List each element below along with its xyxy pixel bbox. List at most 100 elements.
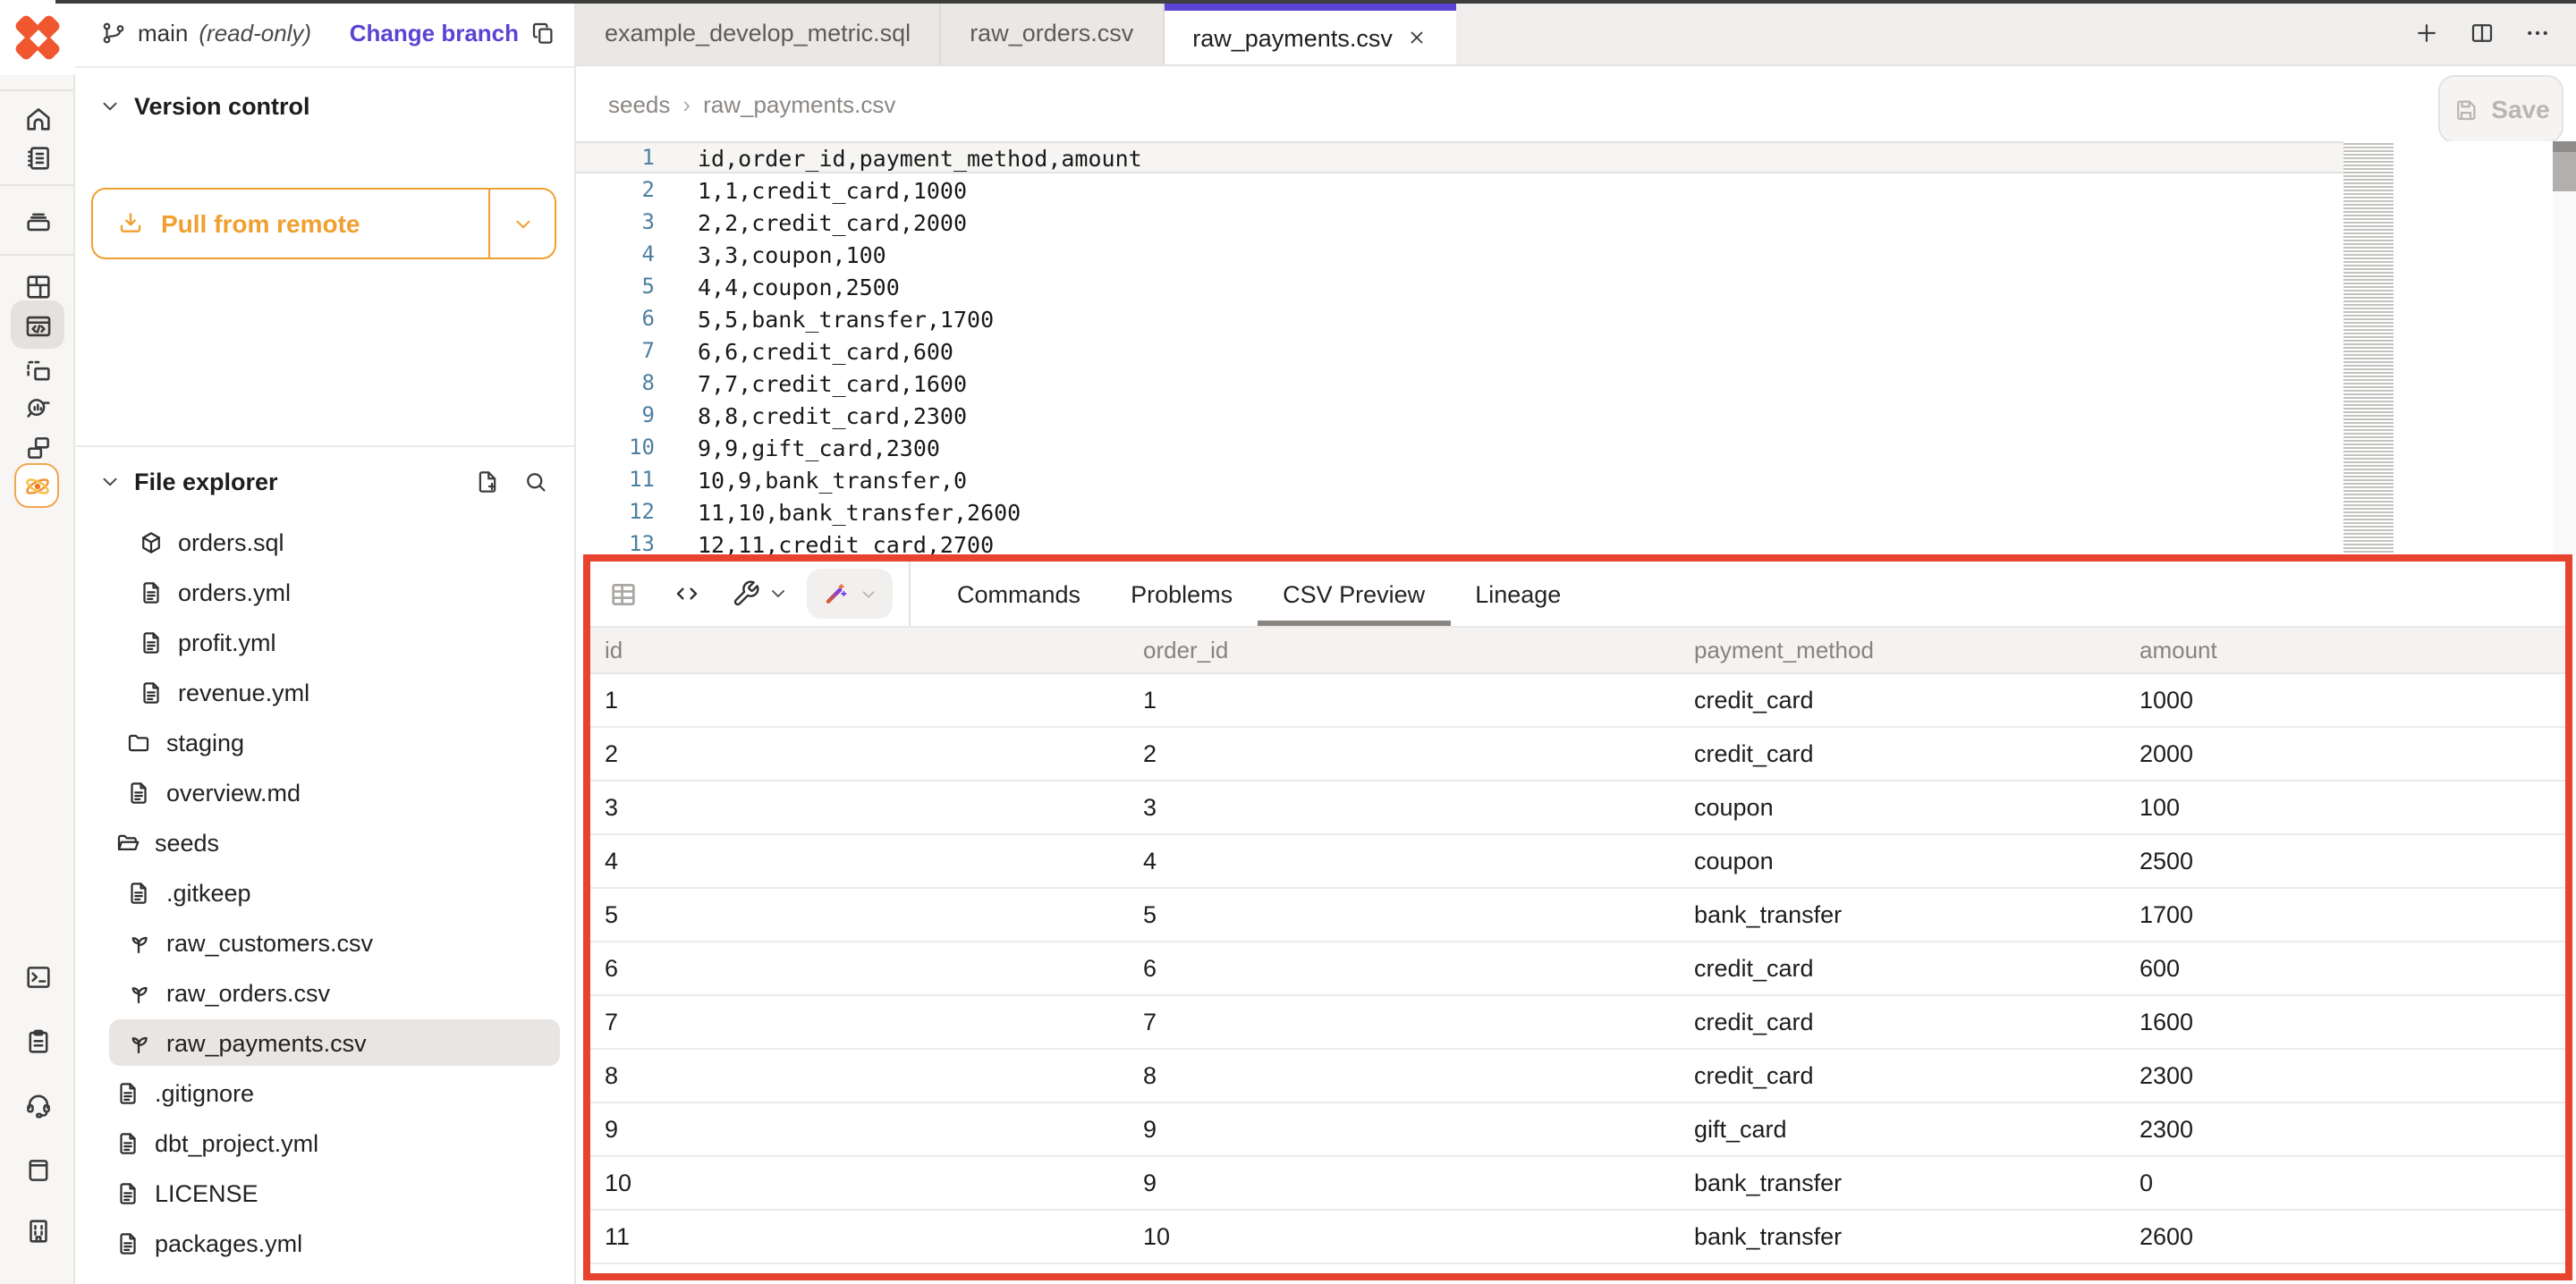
file-item-dbt-project-yml[interactable]: dbt_project.yml <box>75 1118 574 1168</box>
editor-line-9[interactable]: 98,8,credit_card,2300 <box>576 399 2343 431</box>
panel-tab-csv-preview[interactable]: CSV Preview <box>1258 562 1450 626</box>
file-item-raw-orders-csv[interactable]: raw_orders.csv <box>75 967 574 1018</box>
activity-item-jobs-tray[interactable] <box>0 199 75 241</box>
panel-tab-problems[interactable]: Problems <box>1106 562 1258 626</box>
table-cell: 11 <box>605 1223 1143 1250</box>
activity-item-documentation[interactable] <box>0 1148 75 1191</box>
panel-tab-commands[interactable]: Commands <box>932 562 1106 626</box>
search-icon[interactable] <box>522 469 549 495</box>
activity-item-apps[interactable] <box>0 426 75 469</box>
file-item-orders-sql[interactable]: orders.sql <box>75 517 574 567</box>
activity-item-canvas[interactable] <box>0 349 75 392</box>
file-item-license[interactable]: LICENSE <box>75 1168 574 1218</box>
tab-raw-orders-csv[interactable]: raw_orders.csv <box>941 0 1164 64</box>
file-item-raw-payments-csv[interactable]: raw_payments.csv <box>75 1018 574 1068</box>
file-item-revenue-yml[interactable]: revenue.yml <box>75 667 574 717</box>
editor-line-11[interactable]: 1110,9,bank_transfer,0 <box>576 463 2343 495</box>
table-row-11[interactable]: 1110bank_transfer2600 <box>590 1211 2565 1264</box>
file-explorer-header[interactable]: File explorer <box>75 447 574 503</box>
table-row-5[interactable]: 55bank_transfer1700 <box>590 889 2565 942</box>
dbt-logo[interactable] <box>0 0 75 75</box>
split-editor-icon[interactable] <box>2469 19 2496 46</box>
file-doc-icon <box>137 579 164 605</box>
line-number: 11 <box>576 467 655 492</box>
editor-tab-bar: example_develop_metric.sqlraw_orders.csv… <box>576 0 2576 66</box>
table-cell: 2300 <box>2140 1116 2565 1143</box>
table-view-icon[interactable] <box>608 579 639 609</box>
folder-open-icon <box>114 829 140 856</box>
table-cell: credit_card <box>1694 1009 2140 1035</box>
pull-options-dropdown[interactable] <box>490 190 555 258</box>
table-row-2[interactable]: 22credit_card2000 <box>590 728 2565 781</box>
chevron-down-icon[interactable] <box>767 583 789 604</box>
ai-assist-button[interactable] <box>807 569 893 619</box>
activity-item-support[interactable] <box>0 1082 75 1125</box>
activity-item-notebooks[interactable] <box>0 136 75 179</box>
table-row-6[interactable]: 66credit_card600 <box>590 942 2565 996</box>
table-row-1[interactable]: 11credit_card1000 <box>590 674 2565 728</box>
file-label: revenue.yml <box>178 679 309 705</box>
table-row-8[interactable]: 88credit_card2300 <box>590 1050 2565 1103</box>
line-text: 11,10,bank_transfer,2600 <box>698 498 1021 525</box>
editor-scrollbar[interactable] <box>2553 141 2576 556</box>
table-row-7[interactable]: 77credit_card1600 <box>590 996 2565 1050</box>
file-item-profit-yml[interactable]: profit.yml <box>75 617 574 667</box>
build-tools-icon[interactable] <box>732 579 760 608</box>
close-icon[interactable] <box>1407 27 1428 48</box>
editor-line-4[interactable]: 43,3,coupon,100 <box>576 238 2343 270</box>
tab-example-develop-metric-sql[interactable]: example_develop_metric.sql <box>576 0 941 64</box>
editor-line-6[interactable]: 65,5,bank_transfer,1700 <box>576 302 2343 334</box>
file-item--gitkeep[interactable]: .gitkeep <box>75 867 574 917</box>
file-item-seeds[interactable]: seeds <box>75 817 574 867</box>
editor-line-12[interactable]: 1211,10,bank_transfer,2600 <box>576 495 2343 528</box>
plus-icon[interactable] <box>2413 19 2440 46</box>
editor-line-1[interactable]: 1id,order_id,payment_method,amount <box>576 141 2343 173</box>
editor-line-3[interactable]: 32,2,credit_card,2000 <box>576 206 2343 238</box>
table-row-9[interactable]: 99gift_card2300 <box>590 1103 2565 1157</box>
editor-line-8[interactable]: 87,7,credit_card,1600 <box>576 367 2343 399</box>
table-row-10[interactable]: 109bank_transfer0 <box>590 1157 2565 1211</box>
line-number: 10 <box>576 435 655 460</box>
copy-icon[interactable] <box>530 20 556 46</box>
version-control-header[interactable]: Version control <box>75 68 574 138</box>
editor-line-7[interactable]: 76,6,credit_card,600 <box>576 334 2343 367</box>
table-row-3[interactable]: 33coupon100 <box>590 781 2565 835</box>
editor-line-10[interactable]: 109,9,gift_card,2300 <box>576 431 2343 463</box>
code-editor[interactable]: 1id,order_id,payment_method,amount21,1,c… <box>576 141 2576 556</box>
file-item-packages-yml[interactable]: packages.yml <box>75 1218 574 1268</box>
ellipsis-icon[interactable] <box>2524 19 2551 46</box>
scrollbar-thumb[interactable] <box>2553 141 2576 191</box>
table-row-4[interactable]: 44coupon2500 <box>590 835 2565 889</box>
save-button[interactable]: Save <box>2438 75 2563 143</box>
table-cell: bank_transfer <box>1694 1170 2140 1196</box>
activity-item-fusion[interactable] <box>14 463 59 508</box>
activity-item-home[interactable] <box>0 97 75 139</box>
activity-item-logs[interactable] <box>0 1019 75 1062</box>
code-view-icon[interactable] <box>673 579 701 608</box>
pull-from-remote-main[interactable]: Pull from remote <box>93 190 490 258</box>
file-item-staging[interactable]: staging <box>75 717 574 767</box>
editor-line-2[interactable]: 21,1,credit_card,1000 <box>576 173 2343 206</box>
file-label: .gitignore <box>155 1079 254 1106</box>
activity-item-organization[interactable] <box>0 1209 75 1252</box>
activity-item-terminal[interactable] <box>0 955 75 998</box>
table-cell: 5 <box>1143 901 1694 928</box>
file-item-orders-yml[interactable]: orders.yml <box>75 567 574 617</box>
table-cell: 6 <box>1143 955 1694 982</box>
minimap[interactable] <box>2343 143 2402 553</box>
file-item-raw-customers-csv[interactable]: raw_customers.csv <box>75 917 574 967</box>
activity-item-query-analysis[interactable] <box>0 386 75 429</box>
tab-raw-payments-csv[interactable]: raw_payments.csv <box>1164 0 1457 64</box>
breadcrumb-file[interactable]: raw_payments.csv <box>703 90 895 117</box>
breadcrumb-seeds[interactable]: seeds <box>608 90 670 117</box>
editor-line-5[interactable]: 54,4,coupon,2500 <box>576 270 2343 302</box>
table-cell: credit_card <box>1694 740 2140 767</box>
change-branch-link[interactable]: Change branch <box>350 20 519 46</box>
new-file-icon[interactable] <box>474 469 501 495</box>
file-item--gitignore[interactable]: .gitignore <box>75 1068 574 1118</box>
table-cell: 8 <box>1143 1062 1694 1089</box>
panel-tab-lineage[interactable]: Lineage <box>1450 562 1586 626</box>
pull-from-remote-button[interactable]: Pull from remote <box>91 188 556 259</box>
file-item-overview-md[interactable]: overview.md <box>75 767 574 817</box>
activity-item-develop-ide[interactable] <box>0 304 75 347</box>
